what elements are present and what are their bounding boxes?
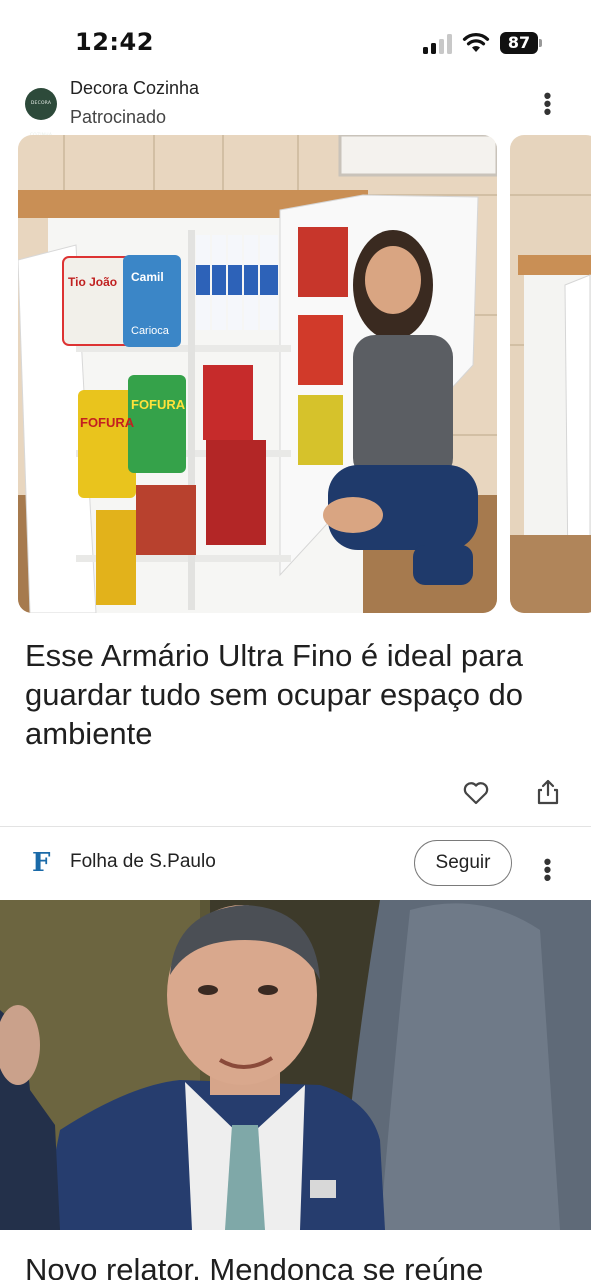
ad-carousel[interactable]: Tio João Camil Carioca FOFURA FOFURA [0,135,591,615]
ad-headline[interactable]: Esse Armário Ultra Fino é ideal para gua… [25,636,565,753]
product-label: FOFURA [80,415,135,430]
share-icon[interactable] [534,778,562,806]
ad-source-name[interactable]: Decora Cozinha [70,75,199,94]
wifi-icon [462,33,490,52]
status-bar: 12:42 87 [0,0,591,80]
more-horizontal-icon[interactable]: • • • [536,85,560,123]
ad-image-cabinet[interactable]: Tio João Camil Carioca FOFURA FOFURA [18,135,497,613]
feed-divider [0,826,591,827]
ad-source-logo[interactable]: DECORA COZINHA [25,88,57,138]
publisher-name[interactable]: Folha de S.Paulo [70,851,216,873]
ad-header[interactable]: DECORA COZINHA Decora Cozinha Patrocinad… [0,78,591,138]
article-image[interactable] [0,900,591,1230]
ad-image-next[interactable] [510,135,591,613]
product-label: Tio João [68,275,118,289]
product-label: Carioca [131,325,169,337]
more-horizontal-icon[interactable]: • • • [536,851,560,889]
sponsored-label: Patrocinado [70,107,167,127]
publisher-logo[interactable]: F [32,849,52,877]
status-time: 12:42 [75,28,154,56]
article-headline[interactable]: Novo relator, Mendonça se reúne [25,1250,585,1280]
product-label: FOFURA [131,397,186,412]
product-label: Camil [131,270,164,284]
cellular-signal-icon [423,34,453,54]
battery-icon: 87 [500,32,538,54]
battery-tip [539,39,542,47]
follow-button[interactable]: Seguir [414,840,512,886]
heart-icon[interactable] [462,779,490,807]
